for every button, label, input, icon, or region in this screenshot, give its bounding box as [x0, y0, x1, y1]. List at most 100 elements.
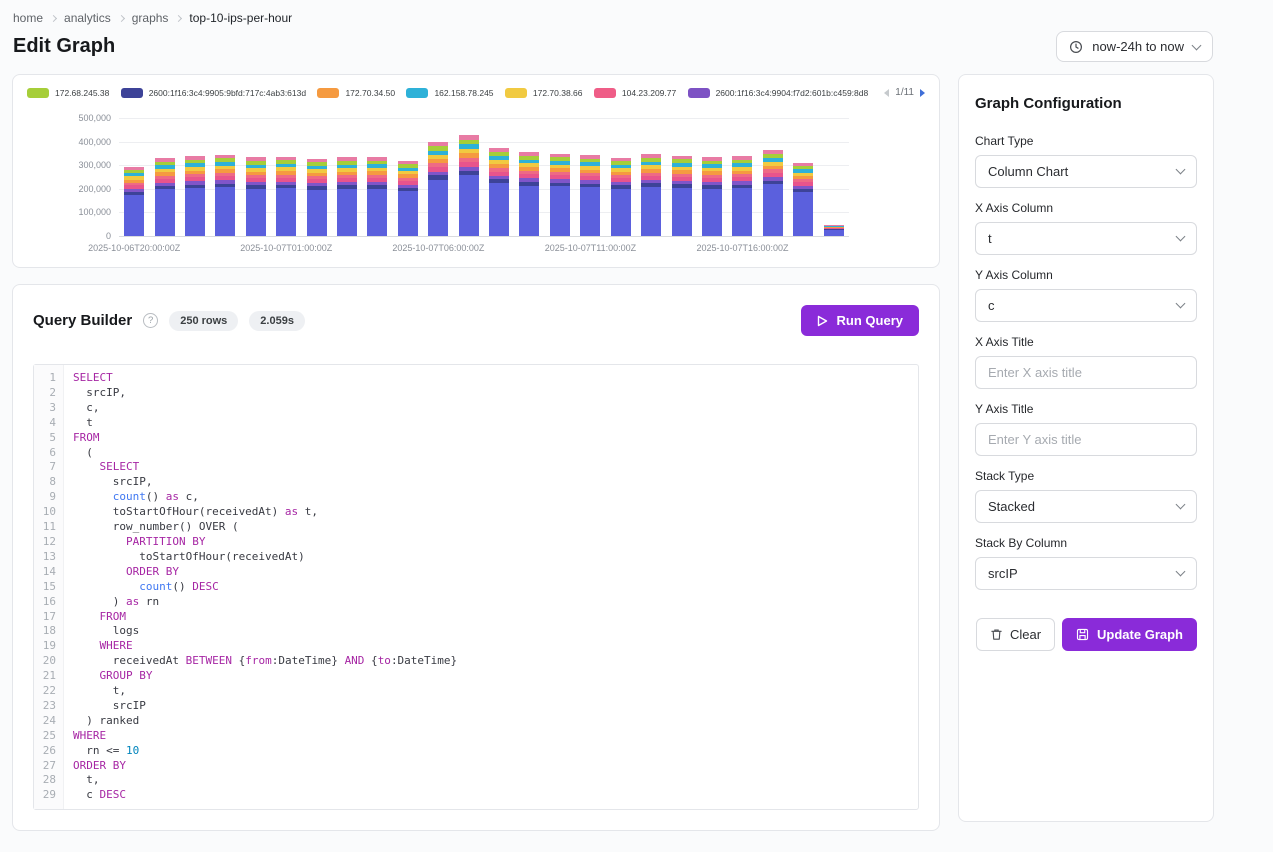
breadcrumb-current: top-10-ips-per-hour	[189, 11, 292, 25]
time-range-selector[interactable]: now-24h to now	[1056, 31, 1213, 62]
code-line: c DESC	[73, 788, 918, 803]
legend-pagination: 1/11	[884, 87, 925, 98]
legend-item[interactable]: 2600:1f16:3c4:9905:9bfd:717c:4ab3:613d	[121, 88, 306, 98]
legend-next-icon[interactable]	[920, 89, 925, 97]
breadcrumb: home analytics graphs top-10-ips-per-hou…	[0, 0, 1273, 27]
code-line: WHERE	[73, 639, 918, 654]
legend-label: 2600:1f16:3c4:9905:9bfd:717c:4ab3:613d	[149, 88, 306, 98]
breadcrumb-home[interactable]: home	[13, 11, 43, 25]
bar-segment	[124, 195, 144, 236]
x-axis-column-select[interactable]: t	[975, 222, 1197, 255]
stacked-bar[interactable]	[672, 156, 692, 236]
y-axis-tick-label: 500,000	[78, 113, 111, 123]
breadcrumb-graphs[interactable]: graphs	[132, 11, 169, 25]
bar-segment	[459, 175, 479, 236]
stacked-bar[interactable]	[824, 225, 844, 236]
stacked-bar[interactable]	[276, 157, 296, 236]
stacked-bar[interactable]	[793, 163, 813, 236]
y-axis-column-label: Y Axis Column	[975, 268, 1197, 282]
stacked-bar-chart: 0100,000200,000300,000400,000500,000 202…	[119, 118, 849, 257]
stack-by-column-value: srcIP	[988, 566, 1018, 581]
legend-swatch	[594, 88, 616, 98]
update-graph-button[interactable]: Update Graph	[1062, 618, 1197, 651]
rows-count-badge: 250 rows	[169, 311, 238, 331]
line-number: 6	[34, 446, 56, 461]
stacked-bar[interactable]	[519, 152, 539, 236]
bar-segment	[580, 187, 600, 236]
legend-prev-icon[interactable]	[884, 89, 889, 97]
code-line: FROM	[73, 610, 918, 625]
line-number: 11	[34, 520, 56, 535]
chevron-down-icon	[1176, 165, 1186, 175]
legend-item[interactable]: 172.70.38.66	[505, 88, 583, 98]
legend-item[interactable]: 172.68.245.38	[27, 88, 109, 98]
stacked-bar[interactable]	[763, 150, 783, 236]
help-icon[interactable]: ?	[143, 313, 158, 328]
stacked-bar[interactable]	[732, 156, 752, 236]
x-axis-tick-label: 2025-10-07T01:00:00Z	[240, 243, 332, 253]
x-axis-title-input[interactable]	[975, 356, 1197, 389]
chart-type-select[interactable]: Column Chart	[975, 155, 1197, 188]
chart-legend-row: 172.68.245.38 2600:1f16:3c4:9905:9bfd:717…	[27, 87, 925, 98]
stack-by-column-select[interactable]: srcIP	[975, 557, 1197, 590]
query-builder-card: Query Builder ? 250 rows 2.059s Run Quer…	[12, 284, 940, 831]
bar-segment	[246, 189, 266, 236]
clock-icon	[1069, 40, 1083, 54]
stacked-bar[interactable]	[428, 142, 448, 236]
run-query-button[interactable]: Run Query	[801, 305, 919, 336]
stack-type-field: Stack Type Stacked	[975, 469, 1197, 523]
bar-segment	[702, 189, 722, 236]
code-line: t,	[73, 684, 918, 699]
bar-segment	[276, 188, 296, 236]
stacked-bar[interactable]	[489, 148, 509, 236]
title-row: Edit Graph now-24h to now	[0, 27, 1273, 74]
legend-swatch	[121, 88, 143, 98]
legend-swatch	[688, 88, 710, 98]
x-axis-labels: 2025-10-06T20:00:00Z2025-10-07T01:00:00Z…	[119, 243, 849, 257]
stacked-bar[interactable]	[155, 158, 175, 236]
clear-label: Clear	[1010, 627, 1041, 642]
legend-item[interactable]: 172.70.34.50	[317, 88, 395, 98]
chart-type-value: Column Chart	[988, 164, 1068, 179]
code-line: toStartOfHour(receivedAt) as t,	[73, 505, 918, 520]
line-number: 29	[34, 788, 56, 803]
bar-segment	[337, 189, 357, 236]
stacked-bar[interactable]	[367, 157, 387, 236]
page-title: Edit Graph	[13, 35, 115, 58]
legend-page-indicator: 1/11	[895, 87, 914, 98]
graph-configuration-panel: Graph Configuration Chart Type Column Ch…	[958, 74, 1214, 822]
query-builder-header: Query Builder ? 250 rows 2.059s Run Quer…	[33, 305, 919, 336]
code-line: srcIP,	[73, 475, 918, 490]
stacked-bar[interactable]	[185, 156, 205, 236]
stacked-bar[interactable]	[337, 157, 357, 236]
stacked-bar[interactable]	[459, 135, 479, 236]
stacked-bar[interactable]	[580, 155, 600, 236]
stacked-bar[interactable]	[307, 159, 327, 236]
chart-legend: 172.68.245.38 2600:1f16:3c4:9905:9bfd:717…	[27, 88, 884, 98]
legend-item[interactable]: 2600:1f16:3c4:9904:f7d2:601b:c459:8d8	[688, 88, 869, 98]
y-axis-tick-label: 400,000	[78, 137, 111, 147]
y-axis-column-select[interactable]: c	[975, 289, 1197, 322]
line-number: 19	[34, 639, 56, 654]
breadcrumb-analytics[interactable]: analytics	[64, 11, 111, 25]
stacked-bar[interactable]	[215, 155, 235, 236]
stacked-bar[interactable]	[398, 161, 418, 236]
stacked-bar[interactable]	[550, 154, 570, 236]
code-line: receivedAt BETWEEN {from:DateTime} AND {…	[73, 654, 918, 669]
clear-button[interactable]: Clear	[976, 618, 1055, 651]
stacked-bar[interactable]	[641, 154, 661, 236]
stacked-bar[interactable]	[702, 157, 722, 236]
legend-item[interactable]: 162.158.78.245	[406, 88, 493, 98]
chevron-down-icon	[1176, 567, 1186, 577]
stack-type-select[interactable]: Stacked	[975, 490, 1197, 523]
code-line: (	[73, 446, 918, 461]
stacked-bar[interactable]	[124, 167, 144, 236]
stacked-bar[interactable]	[246, 157, 266, 236]
stacked-bar[interactable]	[611, 158, 631, 236]
legend-item[interactable]: 104.23.209.77	[594, 88, 676, 98]
sql-editor[interactable]: 1234567891011121314151617181920212223242…	[33, 364, 919, 810]
line-number: 25	[34, 729, 56, 744]
y-axis-title-input[interactable]	[975, 423, 1197, 456]
x-axis-tick-label: 2025-10-07T16:00:00Z	[696, 243, 788, 253]
code-line: SELECT	[73, 460, 918, 475]
